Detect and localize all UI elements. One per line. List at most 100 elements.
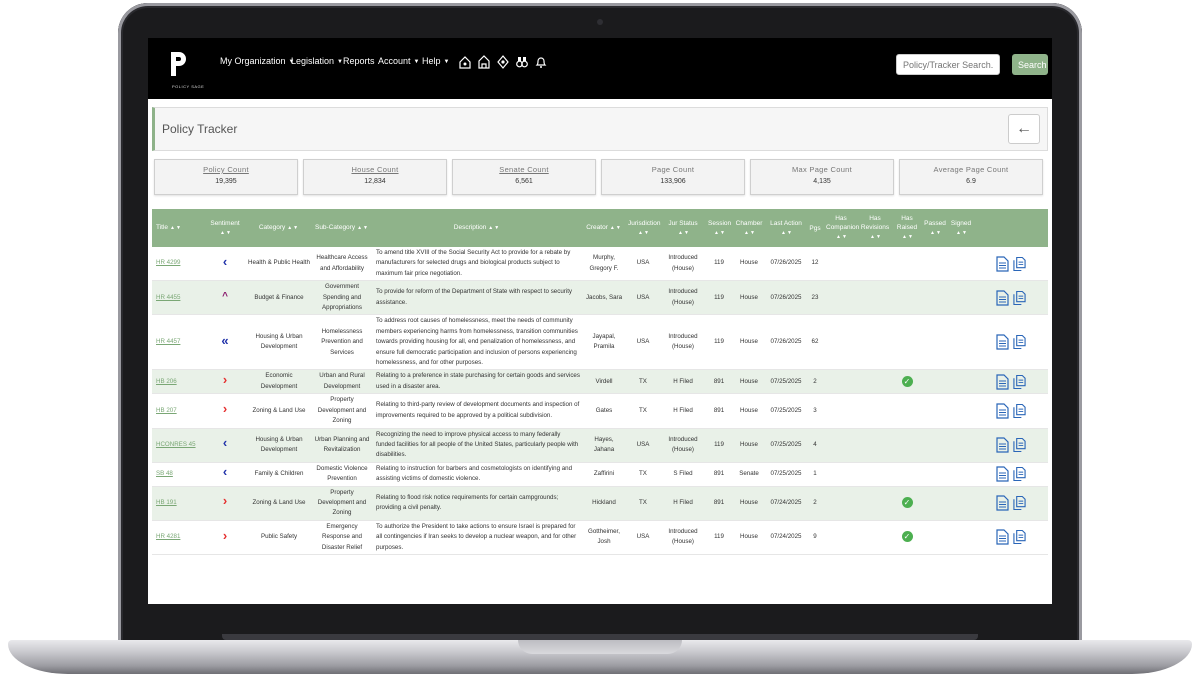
nav-account[interactable]: Account ▼ (378, 56, 419, 66)
building-icon[interactable] (478, 55, 490, 69)
cell-has-raised (892, 280, 922, 316)
sort-icon[interactable]: ▲▼ (930, 230, 942, 236)
document-icon[interactable] (996, 495, 1009, 511)
sort-icon[interactable]: ▲▼ (357, 225, 369, 231)
search-button[interactable]: Search (1012, 54, 1048, 75)
cell-has-signed (948, 462, 974, 487)
column-header-sentiment[interactable]: Sentiment ▲▼ (204, 209, 246, 247)
column-header-creator[interactable]: Creator ▲▼ (582, 209, 626, 247)
column-header-has-revisions[interactable]: Has Revisions ▲▼ (858, 209, 892, 247)
policy-sage-logo[interactable]: POLICY SAGE (164, 50, 204, 90)
cell-actions (974, 314, 1048, 371)
table-row: HB 191 › Zoning & Land Use Property Develop… (152, 486, 1048, 521)
policy-title-link[interactable]: HB 206 (156, 378, 177, 385)
network-icon[interactable] (497, 55, 509, 69)
sort-icon[interactable]: ▲▼ (220, 230, 232, 236)
copy-document-icon[interactable] (1013, 334, 1026, 350)
document-icon[interactable] (996, 256, 1009, 272)
nav-legislation[interactable]: Legislation ▼ (291, 56, 343, 66)
policy-title-link[interactable]: HCONRES 45 (156, 441, 196, 448)
column-header-signed[interactable]: Signed ▲▼ (948, 209, 974, 247)
copy-document-icon[interactable] (1013, 256, 1026, 272)
document-icon[interactable] (996, 437, 1009, 453)
binoculars-icon[interactable] (516, 55, 528, 69)
sort-icon[interactable]: ▲▼ (610, 225, 622, 231)
cell-session: 891 (706, 393, 732, 429)
column-header-passed[interactable]: Passed ▲▼ (922, 209, 948, 247)
sort-icon[interactable]: ▲▼ (836, 234, 848, 240)
stat-senate-count[interactable]: Senate Count 6,561 (452, 159, 596, 195)
sort-icon[interactable]: ▲▼ (781, 230, 793, 236)
home-icon[interactable] (459, 55, 471, 69)
policy-title-link[interactable]: HR 4455 (156, 294, 180, 301)
nav-my-organization[interactable]: My Organization ▼ (220, 56, 294, 66)
sort-icon[interactable]: ▲▼ (870, 234, 882, 240)
cell-session: 119 (706, 428, 732, 463)
cell-has-passed (922, 314, 948, 371)
cell-has-companion (824, 393, 858, 429)
cell-text: To amend title XVIII of the Social Secur… (376, 249, 571, 277)
stat-label[interactable]: Policy Count (155, 165, 297, 174)
copy-document-icon[interactable] (1013, 529, 1026, 545)
column-header-chamber[interactable]: Chamber ▲▼ (732, 209, 766, 247)
nav-help[interactable]: Help ▼ (422, 56, 449, 66)
sort-icon[interactable]: ▲▼ (902, 234, 914, 240)
cell-chamber: House (732, 520, 766, 555)
cell-jurisdiction: TX (626, 462, 660, 487)
policy-title-link[interactable]: HB 207 (156, 407, 177, 414)
cell-category: Housing & Urban Development (246, 428, 312, 463)
document-icon[interactable] (996, 290, 1009, 306)
column-header-category[interactable]: Category ▲▼ (246, 209, 312, 247)
policy-title-link[interactable]: HR 4281 (156, 533, 180, 540)
column-header-last-action[interactable]: Last Action ▲▼ (766, 209, 806, 247)
column-header-has-companion[interactable]: Has Companion ▲▼ (824, 209, 859, 247)
column-header-sub-category[interactable]: Sub-Category ▲▼ (312, 209, 372, 247)
sort-icon[interactable]: ▲▼ (170, 225, 182, 231)
document-icon[interactable] (996, 466, 1009, 482)
column-header-pgs[interactable]: Pgs (806, 209, 824, 247)
column-header-description[interactable]: Description ▲▼ (372, 209, 582, 247)
policy-title-link[interactable]: HR 4457 (156, 338, 180, 345)
stat-house-count[interactable]: House Count 12,834 (303, 159, 447, 195)
cell-text: Introduced (House) (668, 435, 698, 454)
document-icon[interactable] (996, 403, 1009, 419)
column-header-jurisdiction[interactable]: Jurisdiction ▲▼ (626, 209, 661, 247)
sort-icon[interactable]: ▲▼ (956, 230, 968, 236)
policy-title-link[interactable]: HR 4299 (156, 259, 180, 266)
cell-text: USA (636, 338, 650, 346)
sort-icon[interactable]: ▲▼ (488, 225, 500, 231)
document-icon[interactable] (996, 334, 1009, 351)
bell-icon[interactable] (535, 55, 547, 69)
copy-document-icon[interactable] (1013, 466, 1026, 482)
document-icon[interactable] (996, 374, 1009, 390)
cell-text: Hickland (592, 498, 616, 506)
sort-icon[interactable]: ▲▼ (744, 230, 756, 236)
stat-policy-count[interactable]: Policy Count 19,395 (154, 159, 298, 195)
column-header-title[interactable]: Title ▲▼ (152, 209, 204, 247)
sort-icon[interactable]: ▲▼ (678, 230, 690, 236)
sort-icon[interactable]: ▲▼ (714, 230, 726, 236)
sort-icon[interactable]: ▲▼ (638, 230, 650, 236)
copy-document-icon[interactable] (1013, 403, 1026, 419)
cell-text: 891 (713, 498, 725, 506)
back-button[interactable]: ← (1008, 114, 1040, 144)
copy-document-icon[interactable] (1013, 437, 1026, 453)
column-header-jur-status[interactable]: Jur Status ▲▼ (660, 209, 706, 247)
document-icon[interactable] (996, 529, 1009, 545)
nav-reports[interactable]: Reports (343, 56, 375, 66)
policy-title-link[interactable]: SB 48 (156, 470, 173, 477)
cell-creator: Murphy, Gregory F. (582, 247, 626, 282)
stat-label[interactable]: Senate Count (453, 165, 595, 174)
copy-document-icon[interactable] (1013, 374, 1026, 390)
policy-search-input[interactable] (896, 54, 1000, 75)
column-header-session[interactable]: Session ▲▼ (706, 209, 732, 247)
copy-document-icon[interactable] (1013, 495, 1026, 511)
stat-label[interactable]: House Count (304, 165, 446, 174)
stat-value: 19,395 (215, 178, 237, 185)
policy-title-link[interactable]: HB 191 (156, 499, 177, 506)
cell-actions (974, 393, 1048, 429)
sort-icon[interactable]: ▲▼ (287, 225, 299, 231)
cell-text: House (740, 533, 758, 541)
copy-document-icon[interactable] (1013, 290, 1026, 306)
column-header-has-raised[interactable]: Has Raised ▲▼ (892, 209, 922, 247)
